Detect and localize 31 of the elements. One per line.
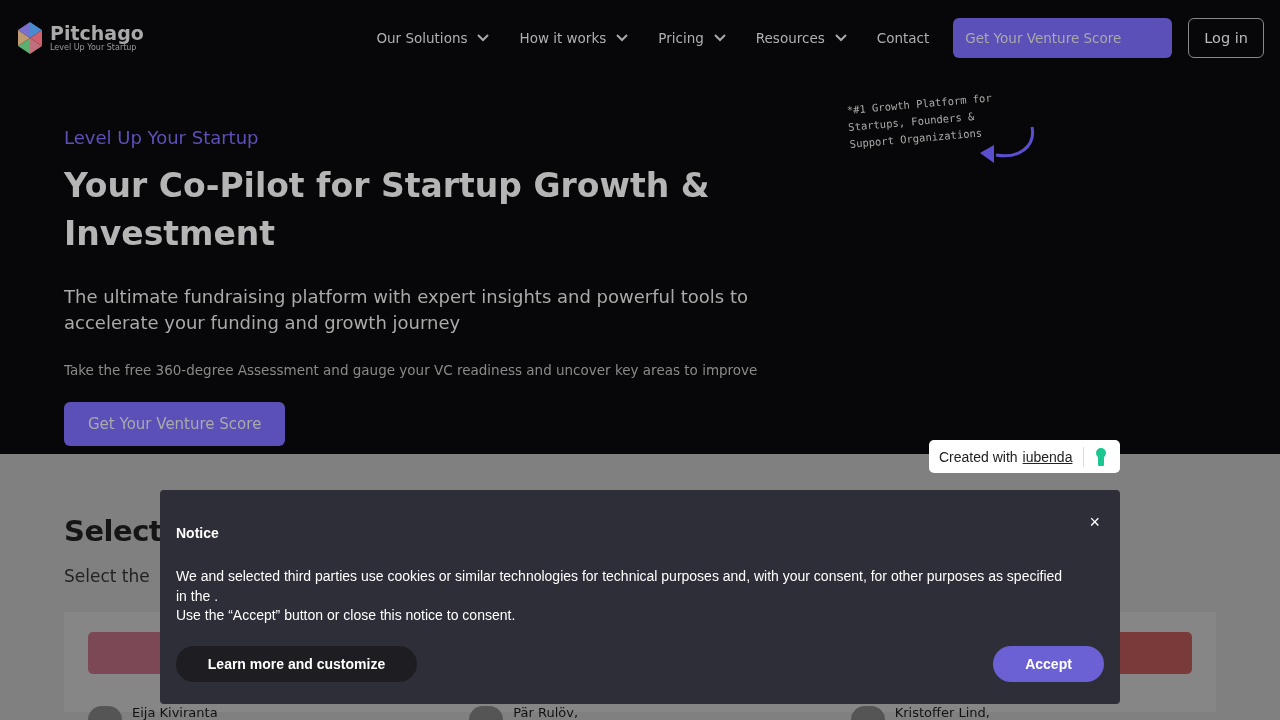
badge-text: Created with xyxy=(939,448,1018,465)
notice-text: Use the “Accept” button or close this notice to consent. xyxy=(176,606,517,625)
hero-eyebrow: Level Up Your Startup xyxy=(64,127,260,148)
hero-subtitle: The ultimate fundraising platform with expert insights and powerful tools to accelerate your funding and growth journey xyxy=(64,285,749,335)
brand-name[interactable]: Pitchago xyxy=(50,22,144,44)
hero-title: Your Co-Pilot for Startup Growth & Investment xyxy=(64,165,711,255)
notice-title: Notice xyxy=(176,525,220,541)
nav-link[interactable]: Pricing xyxy=(658,29,726,46)
login-button[interactable]: Log in xyxy=(1188,17,1264,58)
keyhole-icon xyxy=(1096,447,1107,466)
notice-text: We and selected third parties use cookies or similar technologies for technical purposes and, with your consent, for other purposes as specified in the . xyxy=(176,567,1064,606)
nav-link[interactable]: Resources xyxy=(755,29,847,46)
hero-note: Take the free 360-degree Assessment and gauge your VC readiness and uncover key areas to improve xyxy=(64,362,759,378)
close-button[interactable]: × xyxy=(1085,512,1104,533)
person-name: Pär Rulöv, xyxy=(513,706,579,720)
nav-link[interactable]: Contact xyxy=(876,29,930,46)
section-heading: Select xyxy=(64,514,163,548)
logo-icon xyxy=(16,21,44,54)
person-name: Eija Kiviranta xyxy=(132,706,218,720)
avatar-placeholder xyxy=(469,706,504,720)
person-name: Kristoffer Lind, xyxy=(894,706,990,720)
brand-tagline: Level Up Your Startup xyxy=(50,43,137,53)
learn-more-button[interactable]: Learn more and customize xyxy=(176,645,417,682)
section-subheading: Select the xyxy=(64,566,150,586)
nav-link[interactable]: Our Solutions xyxy=(376,29,490,46)
avatar-placeholder xyxy=(88,706,122,720)
nav-link[interactable]: How it works xyxy=(519,29,629,46)
handwritten-annotation: *#1 Growth Platform for Startups, Founders & Support Organizations xyxy=(846,90,994,152)
iubenda-link[interactable]: iubenda xyxy=(1022,448,1073,465)
accept-button[interactable]: Accept xyxy=(993,645,1104,682)
avatar-placeholder xyxy=(850,706,885,720)
